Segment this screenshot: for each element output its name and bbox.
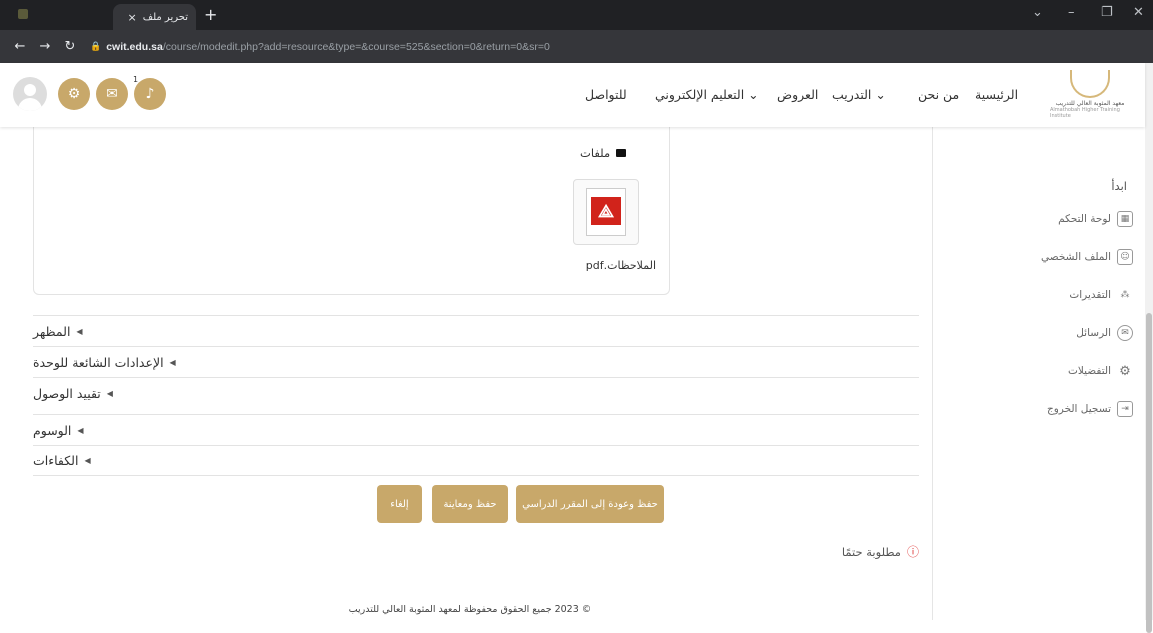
browser-tab-strip: × تحرير ملف + ⌄ – ❐ ✕ <box>0 0 1153 30</box>
save-and-display-button[interactable]: حفظ ومعاينة <box>432 485 508 523</box>
tab-close-icon[interactable]: × <box>128 11 137 24</box>
section-label: المظهر <box>33 323 71 339</box>
preferences-icon: ⚙ <box>1119 363 1131 379</box>
required-note: ⓘ مطلوبة حتمًا <box>815 543 919 560</box>
sidebar-item-messages[interactable]: الرسائل ✉ <box>932 323 1145 343</box>
collapse-arrow-icon: ◀ <box>76 326 83 336</box>
tab-search-icon[interactable]: ⌄ <box>1032 5 1043 20</box>
folder-icon <box>616 149 627 157</box>
minimize-button[interactable]: – <box>1068 5 1075 20</box>
cancel-button[interactable]: إلغاء <box>377 485 422 523</box>
sidebar-item-label: لوحة التحكم <box>1058 213 1111 225</box>
nav-training[interactable]: التدريب ⌄ <box>832 87 886 102</box>
logo-text: معهد المثوبة العالي للتدريب <box>1055 100 1125 107</box>
notification-count: 1 <box>133 75 139 84</box>
section-appearance[interactable]: ◀ المظهر <box>33 315 919 346</box>
reload-icon[interactable]: ↻ <box>60 39 80 54</box>
section-restrict-access[interactable]: ◀ تقييد الوصول <box>33 377 919 408</box>
collapse-arrow-icon: ◀ <box>77 425 84 435</box>
sidebar-item-label: تسجيل الخروج <box>1046 403 1111 415</box>
sidebar-title: ابدأ <box>1111 179 1127 193</box>
lock-icon: 🔒 <box>90 41 102 51</box>
forward-icon[interactable]: → <box>35 39 55 54</box>
save-and-return-button[interactable]: حفظ وعودة إلى المقرر الدراسي <box>516 485 664 523</box>
section-label: تقييد الوصول <box>33 385 101 401</box>
page-scrollbar[interactable] <box>1145 63 1153 633</box>
sidebar-item-grades[interactable]: التقديرات ⁂ <box>932 285 1145 305</box>
dashboard-icon: ▦ <box>1117 211 1133 227</box>
required-text: مطلوبة حتمًا <box>841 544 901 559</box>
sidebar-item-logout[interactable]: تسجيل الخروج ⇥ <box>932 399 1145 419</box>
messages-icon: ✉ <box>1117 325 1133 341</box>
settings-gear-icon[interactable]: ⚙ <box>58 78 90 110</box>
collapse-arrow-icon: ◀ <box>84 456 91 465</box>
grades-icon: ⁂ <box>1120 290 1130 300</box>
institute-logo[interactable]: معهد المثوبة العالي للتدريب Almathobah H… <box>1050 70 1130 120</box>
address-bar[interactable]: 🔒 cwit.edu.sa/course/modedit.php?add=res… <box>90 35 1153 58</box>
logo-subtext: Almathobah Higher Training Institute <box>1050 107 1120 119</box>
collapse-arrow-icon: ◀ <box>106 388 113 398</box>
section-tags[interactable]: ◀ الوسوم <box>33 414 919 445</box>
restore-button[interactable]: ❐ <box>1101 5 1113 20</box>
user-avatar[interactable] <box>13 77 47 111</box>
tab-title: تحرير ملف <box>142 11 188 23</box>
browser-tab[interactable]: × تحرير ملف <box>113 4 196 30</box>
nav-home[interactable]: الرئيسية <box>975 87 1018 102</box>
sidebar-item-label: التقديرات <box>1069 289 1111 301</box>
collapse-arrow-icon: ◀ <box>169 357 176 367</box>
new-tab-button[interactable]: + <box>204 5 217 24</box>
url-path: /course/modedit.php?add=resource&type=&c… <box>162 40 550 53</box>
footer-copyright: © 2023 جميع الحقوق محفوظة لمعهد المثوبة … <box>348 604 592 615</box>
profile-icon: ☺ <box>1117 249 1133 265</box>
sidebar-item-label: الرسائل <box>1076 327 1111 339</box>
folder-name: ملفات <box>580 146 611 160</box>
sidebar-item-preferences[interactable]: التفضيلات ⚙ <box>932 361 1145 381</box>
scrollbar-thumb[interactable] <box>1146 313 1152 633</box>
nav-offers[interactable]: العروض <box>777 87 818 102</box>
close-window-button[interactable]: ✕ <box>1133 5 1144 20</box>
window-icon <box>18 9 28 19</box>
url-host: cwit.edu.sa <box>106 40 163 53</box>
section-common-settings[interactable]: ◀ الإعدادات الشائعة للوحدة <box>33 346 919 377</box>
required-icon: ⓘ <box>906 545 919 559</box>
sidebar: ابدأ لوحة التحكم ▦ الملف الشخصي ☺ التقدي… <box>932 127 1145 620</box>
sidebar-item-dashboard[interactable]: لوحة التحكم ▦ <box>932 209 1145 229</box>
sidebar-item-label: التفضيلات <box>1067 365 1111 377</box>
section-label: الكفاءات <box>33 453 79 468</box>
section-label: الوسوم <box>33 422 72 438</box>
section-competencies[interactable]: ◀ الكفاءات <box>33 445 919 476</box>
nav-contact[interactable]: للتواصل <box>585 87 627 102</box>
pdf-file-thumbnail[interactable]: ⟁ <box>573 179 639 245</box>
messages-icon[interactable]: ✉ <box>96 78 128 110</box>
nav-elearning[interactable]: التعليم الإلكتروني ⌄ <box>655 87 759 102</box>
logout-icon: ⇥ <box>1117 401 1133 417</box>
browser-toolbar: ← → ↻ 🔒 cwit.edu.sa/course/modedit.php?a… <box>0 30 1153 81</box>
nav-about[interactable]: من نحن <box>918 87 959 102</box>
site-header: معهد المثوبة العالي للتدريب Almathobah H… <box>0 63 1145 127</box>
back-icon[interactable]: ← <box>10 39 30 54</box>
sidebar-item-profile[interactable]: الملف الشخصي ☺ <box>932 247 1145 267</box>
sidebar-item-label: الملف الشخصي <box>1041 251 1111 263</box>
section-label: الإعدادات الشائعة للوحدة <box>33 354 164 370</box>
files-folder-label[interactable]: ملفات <box>580 146 627 160</box>
logo-mark-icon <box>1070 70 1110 98</box>
pdf-file-name[interactable]: الملاحظات.pdf <box>560 259 656 272</box>
pdf-icon: ⟁ <box>586 188 626 236</box>
notifications-bell-icon[interactable]: ♪ <box>134 78 166 110</box>
